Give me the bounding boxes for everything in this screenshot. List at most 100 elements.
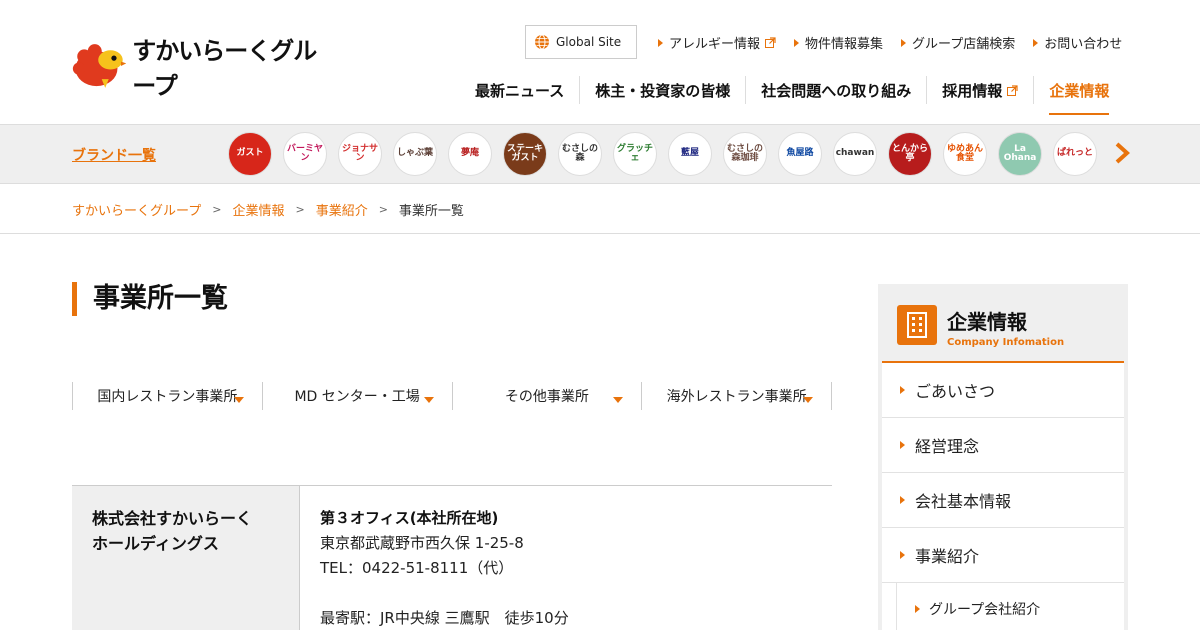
brand-logo-aiya[interactable]: 藍屋 xyxy=(668,132,712,176)
external-link-icon xyxy=(1007,84,1018,96)
tab-md-center[interactable]: MD センター・工場 xyxy=(263,382,453,410)
brand-name: 魚屋路 xyxy=(786,148,814,159)
nav-company-info[interactable]: 企業情報 xyxy=(1033,76,1124,115)
tab-label: その他事業所 xyxy=(504,389,589,405)
office-nearest-station: 最寄駅：JR中央線 三鷹駅 徒歩10分 xyxy=(320,609,569,627)
building-icon xyxy=(897,305,937,345)
brand-name: ジョナサン xyxy=(341,143,378,163)
brand-logo-la-ohana[interactable]: La Ohana xyxy=(998,132,1042,176)
brand-logo-grazie[interactable]: グラッチェ xyxy=(613,132,657,176)
sidebar-header: 企業情報 Company Infomation xyxy=(882,288,1124,363)
divider xyxy=(0,233,1200,234)
brand-logo-tonkaratei[interactable]: とんから亭 xyxy=(888,132,932,176)
brand-name: ぱれっと xyxy=(1056,148,1093,159)
brand-name: chawan xyxy=(835,148,875,159)
allergy-info-link[interactable]: アレルギー情報 xyxy=(658,33,776,52)
skylark-bird-icon xyxy=(72,44,127,88)
sidebar-item-company-basic[interactable]: 会社基本情報 xyxy=(882,473,1124,528)
arrow-right-icon xyxy=(900,496,905,504)
nav-social-issues[interactable]: 社会問題への取り組み xyxy=(745,76,926,104)
brand-name: むさしの森 xyxy=(561,143,598,163)
arrow-right-icon xyxy=(1033,38,1039,47)
global-site-button[interactable]: Global Site xyxy=(525,25,637,59)
brand-name: 夢庵 xyxy=(460,148,479,159)
arrow-right-icon xyxy=(900,551,905,559)
nav-latest-news[interactable]: 最新ニュース xyxy=(460,76,579,104)
page-title: 事業所一覧 xyxy=(72,282,228,316)
brand-name: La Ohana xyxy=(1003,143,1037,163)
sidebar-subitem-group-companies[interactable]: グループ会社紹介 xyxy=(896,583,1124,630)
dropdown-arrow-icon xyxy=(233,397,244,403)
contact-label: お問い合わせ xyxy=(1044,37,1123,52)
brand-logo-musashinomori[interactable]: むさしの森 xyxy=(558,132,602,176)
arrow-right-icon xyxy=(915,605,920,613)
store-search-link[interactable]: グループ店舗検索 xyxy=(901,33,1015,52)
office-phone: TEL：0422-51-8111（代） xyxy=(320,559,514,577)
nav-recruit-label: 採用情報 xyxy=(942,81,1003,100)
office-detail-cell: 第３オフィス(本社所在地) 東京都武蔵野市西久保 1-25-8 TEL：0422… xyxy=(300,486,832,630)
logo-text: すかいらーくグループ xyxy=(132,37,317,100)
allergy-info-label: アレルギー情報 xyxy=(669,37,761,52)
site-header: すかいらーくグループ Global Site アレルギー情報 物件情報募集 グル… xyxy=(0,0,1200,124)
sidebar-item-label: ごあいさつ xyxy=(915,382,996,401)
dropdown-arrow-icon xyxy=(613,397,624,403)
arrow-right-icon xyxy=(900,386,905,394)
brand-logo-steak-gusto[interactable]: ステーキガスト xyxy=(503,132,547,176)
breadcrumb-home[interactable]: すかいらーくグループ xyxy=(72,200,201,219)
sidebar-item-philosophy[interactable]: 経営理念 xyxy=(882,418,1124,473)
sidebar: 企業情報 Company Infomation ごあいさつ 経営理念 会社基本情… xyxy=(878,284,1128,630)
arrow-right-icon xyxy=(900,441,905,449)
nav-recruit[interactable]: 採用情報 xyxy=(926,76,1033,104)
sidebar-item-business[interactable]: 事業紹介 xyxy=(882,528,1124,583)
sidebar-item-label: 経営理念 xyxy=(915,437,980,456)
office-address: 東京都武蔵野市西久保 1-25-8 xyxy=(320,534,524,552)
brand-logo-gusto[interactable]: ガスト xyxy=(228,132,272,176)
brand-bar: ブランド一覧 ガスト バーミヤン ジョナサン しゃぶ葉 夢庵 ステーキガスト む… xyxy=(0,124,1200,184)
brand-name: とんから亭 xyxy=(891,143,928,163)
sidebar-subitem-label: グループ会社紹介 xyxy=(929,602,1041,618)
brand-logo-palette[interactable]: ぱれっと xyxy=(1053,132,1097,176)
brand-logo-chawan[interactable]: chawan xyxy=(833,132,877,176)
tab-label: 国内レストラン事業所 xyxy=(97,389,238,405)
brand-logo-musashinomori-coffee[interactable]: むさしの森珈琲 xyxy=(723,132,767,176)
brand-logo-shabuyo[interactable]: しゃぶ葉 xyxy=(393,132,437,176)
arrow-right-icon xyxy=(794,38,800,47)
company-name-cell: 株式会社すかいらーく ホールディングス xyxy=(72,486,300,630)
office-table: 株式会社すかいらーく ホールディングス 第３オフィス(本社所在地) 東京都武蔵野… xyxy=(72,485,832,630)
property-info-label: 物件情報募集 xyxy=(805,37,884,52)
sidebar-item-label: 会社基本情報 xyxy=(915,492,1012,511)
globe-icon xyxy=(535,34,549,50)
brand-logo-jonathan[interactable]: ジョナサン xyxy=(338,132,382,176)
property-info-link[interactable]: 物件情報募集 xyxy=(794,33,883,52)
brand-logo-yumean[interactable]: 夢庵 xyxy=(448,132,492,176)
breadcrumb-company-info[interactable]: 企業情報 xyxy=(232,200,284,219)
chevron-right-icon[interactable] xyxy=(1112,141,1132,165)
sidebar-item-greeting[interactable]: ごあいさつ xyxy=(882,363,1124,418)
brand-logos: ガスト バーミヤン ジョナサン しゃぶ葉 夢庵 ステーキガスト むさしの森 グラ… xyxy=(228,132,1108,176)
contact-link[interactable]: お問い合わせ xyxy=(1033,33,1122,52)
tab-overseas-restaurants[interactable]: 海外レストラン事業所 xyxy=(642,382,832,410)
brand-name: ステーキガスト xyxy=(506,143,543,163)
company-name-line: ホールディングス xyxy=(92,534,219,553)
brand-name: ゆめあん食堂 xyxy=(946,143,983,163)
brand-logo-yumean-shokudo[interactable]: ゆめあん食堂 xyxy=(943,132,987,176)
brand-logo-bamiyan[interactable]: バーミヤン xyxy=(283,132,327,176)
tab-label: 海外レストラン事業所 xyxy=(666,389,807,405)
breadcrumb-business[interactable]: 事業紹介 xyxy=(316,200,368,219)
tab-other-offices[interactable]: その他事業所 xyxy=(453,382,643,410)
company-name-line: 株式会社すかいらーく xyxy=(92,509,253,528)
store-search-label: グループ店舗検索 xyxy=(912,37,1016,52)
sidebar-menu: ごあいさつ 経営理念 会社基本情報 事業紹介 グループ会社紹介 xyxy=(882,363,1124,630)
breadcrumb: すかいらーくグループ > 企業情報 > 事業紹介 > 事業所一覧 xyxy=(72,200,464,219)
brand-logo-totoyamichi[interactable]: 魚屋路 xyxy=(778,132,822,176)
brand-name: 藍屋 xyxy=(680,148,699,159)
brand-list-link[interactable]: ブランド一覧 xyxy=(72,145,156,165)
breadcrumb-separator-icon: > xyxy=(378,203,388,216)
sidebar-title: 企業情報 xyxy=(947,310,1027,334)
brand-name: むさしの森珈琲 xyxy=(726,143,763,163)
skylark-logo[interactable]: すかいらーくグループ xyxy=(72,37,332,100)
nav-investors[interactable]: 株主・投資家の皆様 xyxy=(579,76,745,104)
main-nav: 最新ニュース 株主・投資家の皆様 社会問題への取り組み 採用情報 企業情報 xyxy=(460,76,1124,115)
brand-name: しゃぶ葉 xyxy=(396,148,433,159)
tab-domestic-restaurants[interactable]: 国内レストラン事業所 xyxy=(73,382,263,410)
